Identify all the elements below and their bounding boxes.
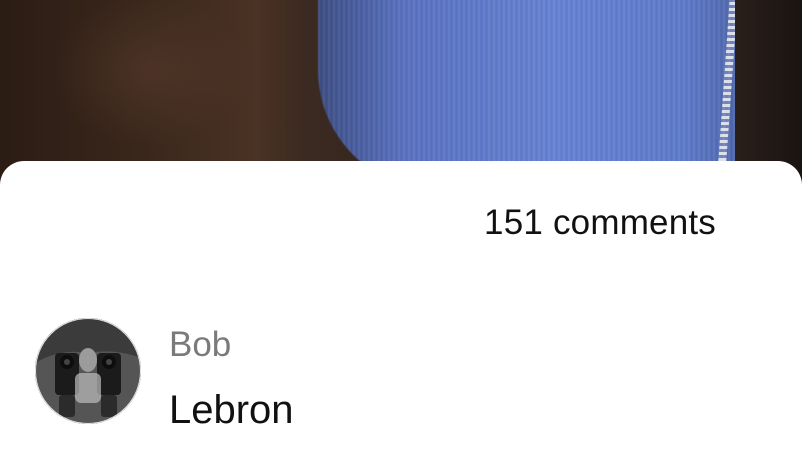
avatar-photo-icon — [35, 318, 141, 424]
avatar[interactable] — [35, 318, 141, 424]
comment-item[interactable]: Bob Lebron — [35, 316, 775, 432]
comment-text: Lebron — [169, 388, 294, 432]
comments-header: 151 comments — [0, 201, 802, 251]
comments-sheet: 151 comments Bob Lebron — [0, 161, 802, 451]
app-screen: 151 comments Bob Lebron — [0, 0, 802, 451]
comment-count: 151 comments — [484, 203, 716, 242]
comment-author[interactable]: Bob — [169, 324, 231, 366]
